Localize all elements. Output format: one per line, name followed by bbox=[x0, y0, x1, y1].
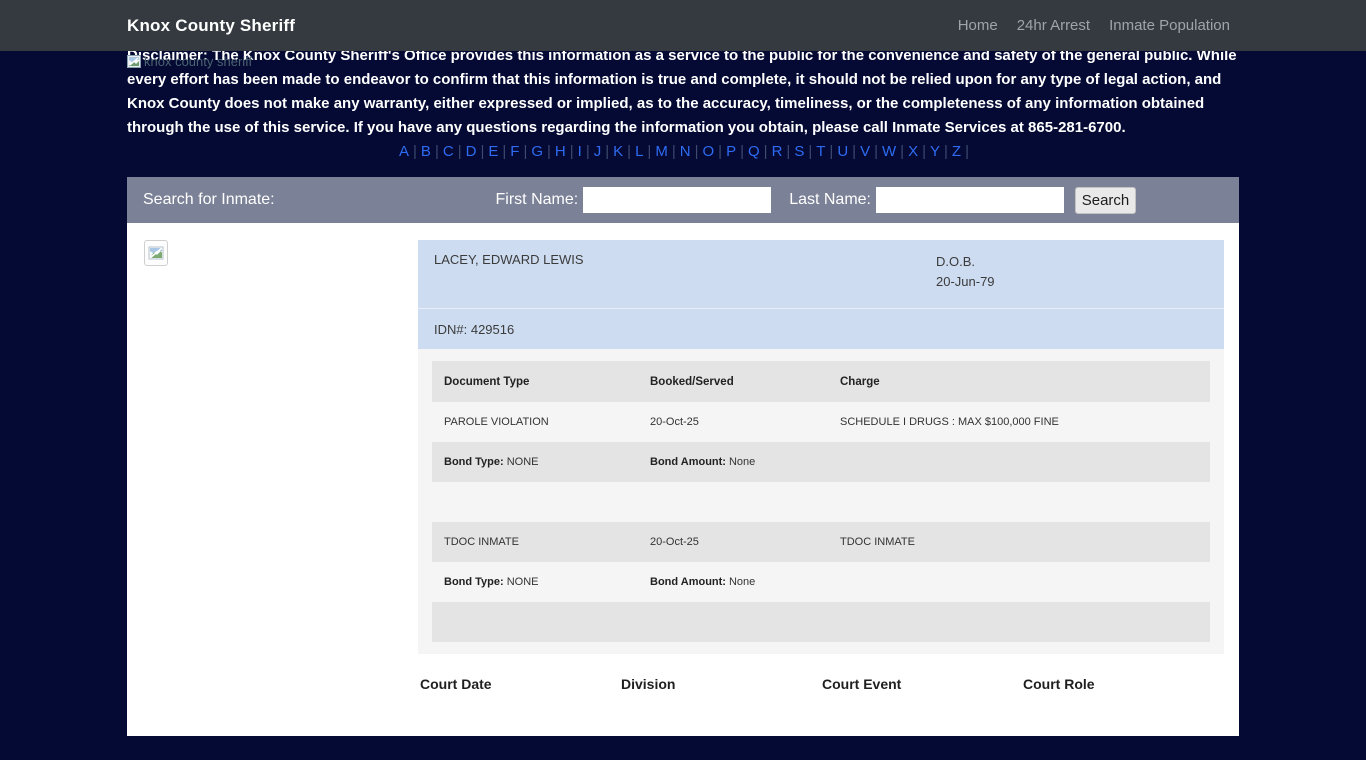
alphabet-link-t[interactable]: T bbox=[813, 143, 828, 160]
last-name-input[interactable] bbox=[876, 187, 1064, 213]
charge-booked-served: 20-Oct-25 bbox=[650, 536, 840, 548]
alphabet-link-d[interactable]: D bbox=[463, 143, 480, 160]
bond-row: Bond Type:NONE Bond Amount:None bbox=[432, 442, 1210, 482]
main-container: knox county sheriff Disclaimer: The Knox… bbox=[127, 0, 1239, 736]
alphabet-separator: | bbox=[434, 143, 440, 160]
bond-amount-cell: Bond Amount:None bbox=[650, 576, 840, 588]
alphabet-link-o[interactable]: O bbox=[699, 143, 717, 160]
alphabet-separator: | bbox=[585, 143, 591, 160]
alphabet-link-g[interactable]: G bbox=[528, 143, 546, 160]
bond-type-label: Bond Type: bbox=[444, 576, 504, 588]
alphabet-separator: | bbox=[671, 143, 677, 160]
header-charge: Charge bbox=[840, 376, 1198, 388]
inmate-detail-section: LACEY, EDWARD LEWIS D.O.B. 20-Jun-79 IDN… bbox=[418, 223, 1224, 692]
charge-row: PAROLE VIOLATION 20-Oct-25 SCHEDULE I DR… bbox=[432, 402, 1210, 442]
alphabet-link-c[interactable]: C bbox=[440, 143, 457, 160]
charges-table: Document Type Booked/Served Charge PAROL… bbox=[418, 349, 1224, 654]
alphabet-link-r[interactable]: R bbox=[769, 143, 786, 160]
charge-booked-served: 20-Oct-25 bbox=[650, 416, 840, 428]
first-name-label: First Name: bbox=[496, 191, 579, 209]
charge-document-type: TDOC INMATE bbox=[444, 536, 650, 548]
inmate-name: LACEY, EDWARD LEWIS bbox=[434, 252, 936, 308]
division-header: Division bbox=[621, 676, 822, 692]
bond-amount-label: Bond Amount: bbox=[650, 576, 726, 588]
alphabet-link-b[interactable]: B bbox=[418, 143, 434, 160]
alphabet-separator: | bbox=[763, 143, 769, 160]
search-fields: First Name: Last Name: Search bbox=[496, 187, 1136, 214]
search-title: Search for Inmate: bbox=[143, 191, 275, 209]
bond-type-value: NONE bbox=[507, 456, 539, 468]
alphabet-link-i[interactable]: I bbox=[575, 143, 585, 160]
alphabet-link-s[interactable]: S bbox=[791, 143, 807, 160]
first-name-input[interactable] bbox=[583, 187, 771, 213]
court-headers-row: Court Date Division Court Event Court Ro… bbox=[418, 676, 1224, 692]
nav-link-inmate-population[interactable]: Inmate Population bbox=[1109, 17, 1230, 34]
alphabet-link-f[interactable]: F bbox=[507, 143, 522, 160]
alphabet-link-k[interactable]: K bbox=[610, 143, 626, 160]
content-panel: LACEY, EDWARD LEWIS D.O.B. 20-Jun-79 IDN… bbox=[127, 223, 1239, 736]
charge-description: TDOC INMATE bbox=[840, 536, 1198, 548]
top-navbar: Knox County Sheriff Home 24hr Arrest Inm… bbox=[0, 0, 1366, 51]
alphabet-link-y[interactable]: Y bbox=[927, 143, 943, 160]
alphabet-link-z[interactable]: Z bbox=[949, 143, 964, 160]
inmate-idn-row: IDN#: 429516 bbox=[418, 308, 1224, 349]
disclaimer-text: Disclaimer: The Knox County Sheriff's Of… bbox=[127, 44, 1239, 140]
alphabet-link-l[interactable]: L bbox=[632, 143, 646, 160]
alphabet-link-u[interactable]: U bbox=[834, 143, 851, 160]
inmate-dob-block: D.O.B. 20-Jun-79 bbox=[936, 252, 1208, 308]
broken-image-icon bbox=[127, 55, 141, 68]
bond-amount-cell: Bond Amount:None bbox=[650, 456, 840, 468]
charge-row: TDOC INMATE 20-Oct-25 TDOC INMATE bbox=[432, 522, 1210, 562]
alphabet-link-p[interactable]: P bbox=[723, 143, 739, 160]
dob-label: D.O.B. bbox=[936, 252, 1208, 272]
alphabet-link-q[interactable]: Q bbox=[745, 143, 763, 160]
alphabet-link-v[interactable]: V bbox=[857, 143, 873, 160]
broken-logo-image: knox county sheriff bbox=[127, 54, 252, 69]
alphabet-link-x[interactable]: X bbox=[905, 143, 921, 160]
spacer-row bbox=[432, 602, 1210, 642]
alphabet-separator: | bbox=[964, 143, 970, 160]
idn-value: IDN#: 429516 bbox=[434, 322, 514, 337]
bond-type-label: Bond Type: bbox=[444, 456, 504, 468]
bond-type-value: NONE bbox=[507, 576, 539, 588]
bond-type-cell: Bond Type:NONE bbox=[444, 456, 650, 468]
bond-amount-label: Bond Amount: bbox=[650, 456, 726, 468]
inmate-photo-broken-image bbox=[144, 240, 168, 266]
bond-row: Bond Type:NONE Bond Amount:None bbox=[432, 562, 1210, 602]
nav-link-home[interactable]: Home bbox=[958, 17, 998, 34]
inmate-search-bar: Search for Inmate: First Name: Last Name… bbox=[127, 177, 1239, 223]
navbar-links: Home 24hr Arrest Inmate Population bbox=[958, 17, 1230, 34]
spacer-row bbox=[432, 482, 1210, 522]
bond-amount-value: None bbox=[729, 456, 755, 468]
court-role-header: Court Role bbox=[1023, 676, 1224, 692]
inmate-summary-card: LACEY, EDWARD LEWIS D.O.B. 20-Jun-79 IDN… bbox=[418, 240, 1224, 349]
broken-image-alt-text: knox county sheriff bbox=[144, 54, 252, 69]
alphabet-link-e[interactable]: E bbox=[485, 143, 501, 160]
alphabet-separator: | bbox=[457, 143, 463, 160]
header-booked-served: Booked/Served bbox=[650, 376, 840, 388]
alphabet-link-m[interactable]: M bbox=[652, 143, 671, 160]
bond-type-cell: Bond Type:NONE bbox=[444, 576, 650, 588]
court-event-header: Court Event bbox=[822, 676, 1023, 692]
last-name-label: Last Name: bbox=[789, 191, 871, 209]
header-document-type: Document Type bbox=[444, 376, 650, 388]
bond-amount-value: None bbox=[729, 576, 755, 588]
charge-description: SCHEDULE I DRUGS : MAX $100,000 FINE bbox=[840, 416, 1198, 428]
court-date-header: Court Date bbox=[420, 676, 621, 692]
brand-title[interactable]: Knox County Sheriff bbox=[127, 16, 295, 36]
inmate-card-header: LACEY, EDWARD LEWIS D.O.B. 20-Jun-79 bbox=[418, 240, 1224, 308]
dob-value: 20-Jun-79 bbox=[936, 272, 1208, 292]
alphabet-link-n[interactable]: N bbox=[677, 143, 694, 160]
nav-link-24hr-arrest[interactable]: 24hr Arrest bbox=[1017, 17, 1090, 34]
charges-header-row: Document Type Booked/Served Charge bbox=[432, 361, 1210, 402]
search-button[interactable]: Search bbox=[1075, 187, 1136, 214]
alphabet-link-a[interactable]: A bbox=[396, 143, 412, 160]
alphabet-link-h[interactable]: H bbox=[552, 143, 569, 160]
alphabet-link-j[interactable]: J bbox=[591, 143, 605, 160]
alphabet-separator: | bbox=[569, 143, 575, 160]
alphabet-row: A|B|C|D|E|F|G|H|I|J|K|L|M|N|O|P|Q|R|S|T|… bbox=[127, 141, 1239, 163]
charge-document-type: PAROLE VIOLATION bbox=[444, 416, 650, 428]
alphabet-link-w[interactable]: W bbox=[879, 143, 899, 160]
